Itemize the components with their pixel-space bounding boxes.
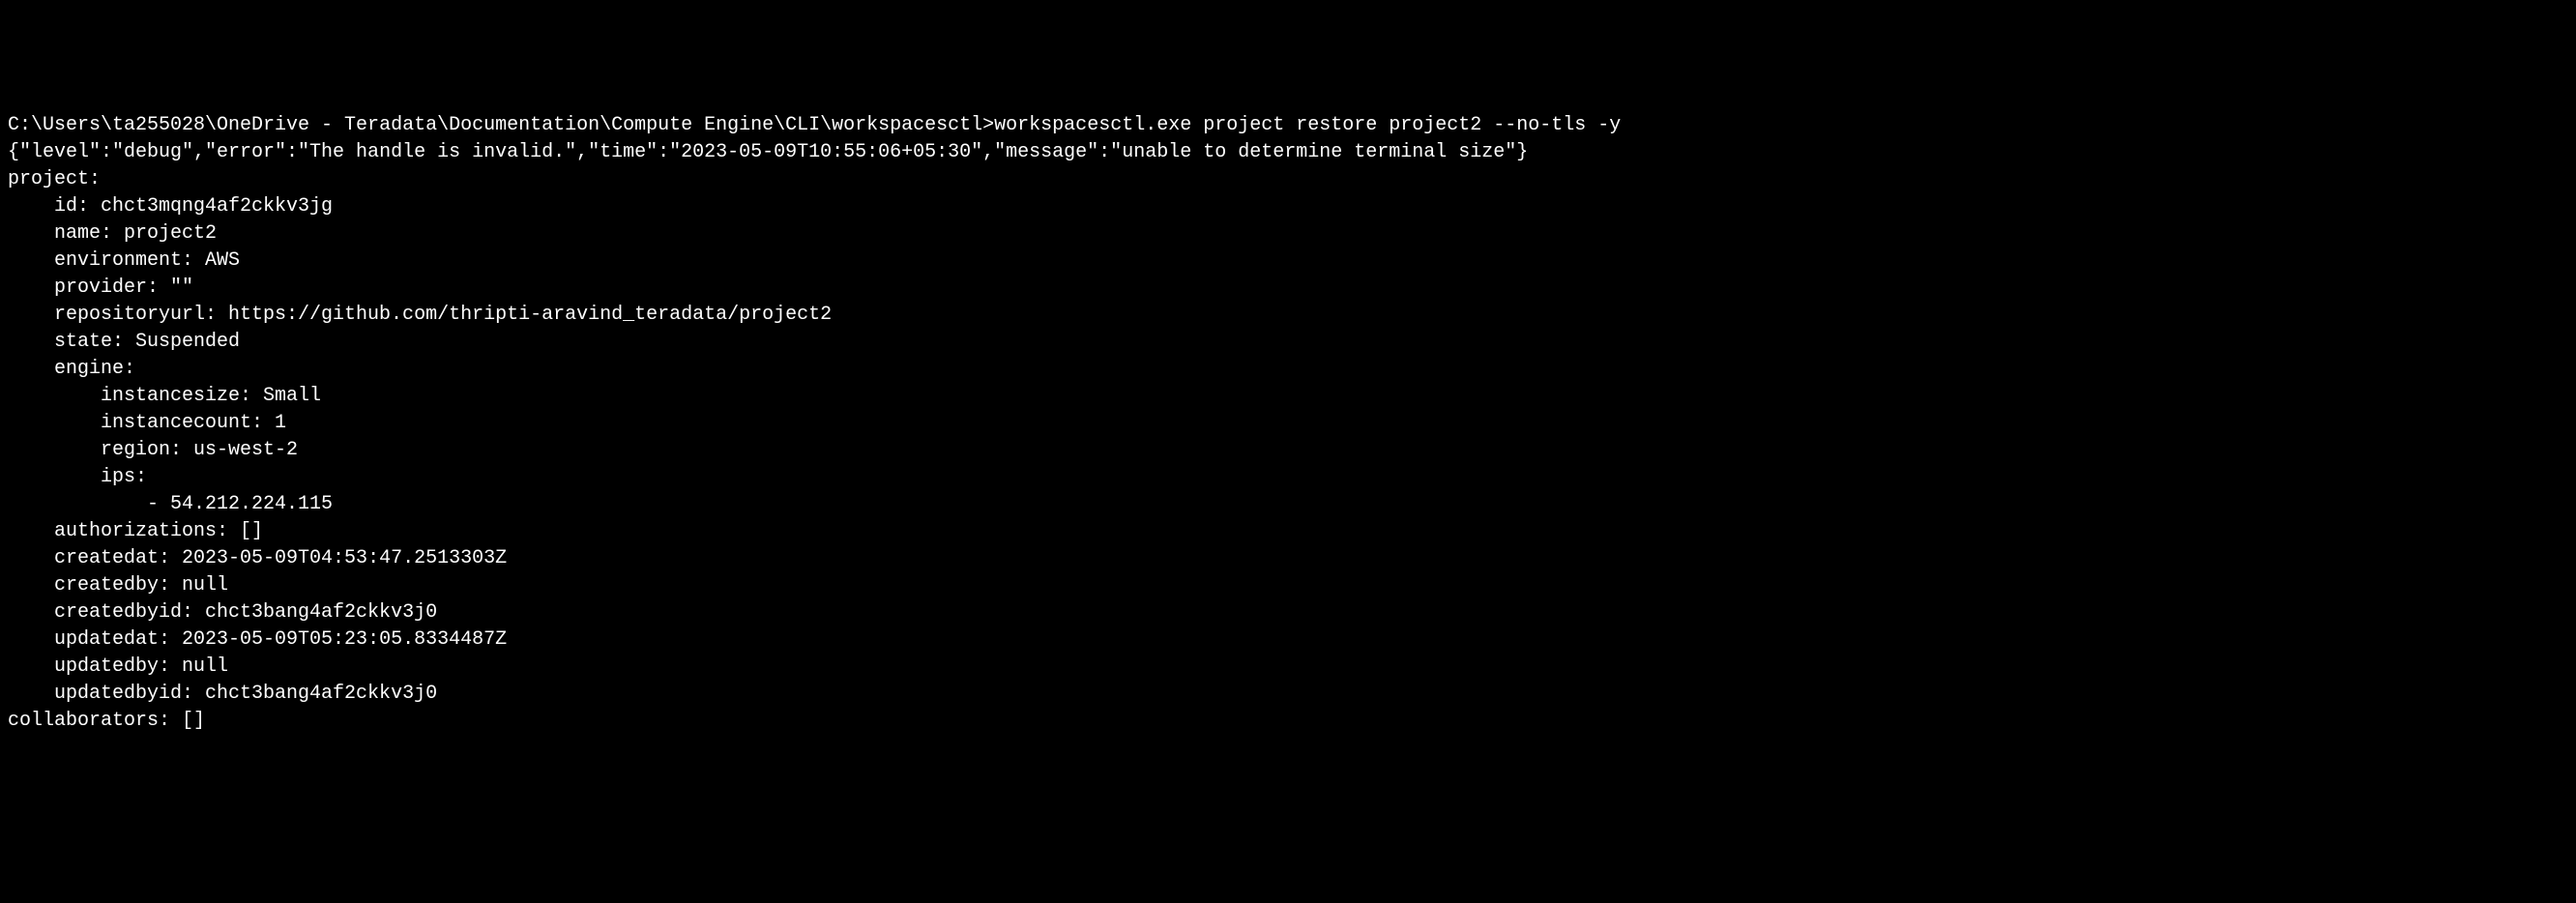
createdat-value: 2023-05-09T04:53:47.2513303Z <box>182 547 507 569</box>
command-text: workspacesctl.exe project restore projec… <box>994 114 1621 136</box>
authorizations-value: [] <box>240 520 263 542</box>
state-label: state: <box>54 331 135 353</box>
provider-label: provider: <box>54 277 170 299</box>
engine-instancecount-line: instancecount: 1 <box>8 410 2568 437</box>
updatedat-value: 2023-05-09T05:23:05.8334487Z <box>182 628 507 651</box>
debug-output-line: {"level":"debug","error":"The handle is … <box>8 139 2568 166</box>
provider-value: "" <box>170 277 193 299</box>
project-name-line: name: project2 <box>8 220 2568 248</box>
createdby-label: createdby: <box>54 574 182 597</box>
region-value: us-west-2 <box>193 439 298 461</box>
authorizations-line: authorizations: [] <box>8 518 2568 545</box>
prompt-text: C:\Users\ta255028\OneDrive - Teradata\Do… <box>8 114 994 136</box>
createdby-line: createdby: null <box>8 572 2568 599</box>
project-state-line: state: Suspended <box>8 329 2568 356</box>
id-label: id: <box>54 195 101 218</box>
id-value: chct3mqng4af2ckkv3jg <box>101 195 333 218</box>
updatedby-line: updatedby: null <box>8 654 2568 681</box>
updatedby-label: updatedby: <box>54 655 182 678</box>
instancesize-label: instancesize: <box>101 385 263 407</box>
engine-header: engine: <box>8 356 2568 383</box>
updatedbyid-line: updatedbyid: chct3bang4af2ckkv3j0 <box>8 681 2568 708</box>
createdbyid-line: createdbyid: chct3bang4af2ckkv3j0 <box>8 599 2568 626</box>
project-repositoryurl-line: repositoryurl: https://github.com/thript… <box>8 302 2568 329</box>
instancesize-value: Small <box>263 385 321 407</box>
engine-region-line: region: us-west-2 <box>8 437 2568 464</box>
createdby-value: null <box>182 574 228 597</box>
project-id-line: id: chct3mqng4af2ckkv3jg <box>8 193 2568 220</box>
instancecount-value: 1 <box>275 412 286 434</box>
repositoryurl-label: repositoryurl: <box>54 304 228 326</box>
createdbyid-label: createdbyid: <box>54 601 205 624</box>
engine-ips-header: ips: <box>8 464 2568 491</box>
createdbyid-value: chct3bang4af2ckkv3j0 <box>205 601 437 624</box>
engine-ip-item: - 54.212.224.115 <box>8 491 2568 518</box>
createdat-label: createdat: <box>54 547 182 569</box>
repositoryurl-value: https://github.com/thripti-aravind_terad… <box>228 304 832 326</box>
collaborators-line: collaborators: [] <box>8 708 2568 735</box>
name-label: name: <box>54 222 124 245</box>
name-value: project2 <box>124 222 217 245</box>
authorizations-label: authorizations: <box>54 520 240 542</box>
environment-label: environment: <box>54 249 205 272</box>
terminal-output[interactable]: C:\Users\ta255028\OneDrive - Teradata\Do… <box>8 112 2568 735</box>
region-label: region: <box>101 439 193 461</box>
engine-instancesize-line: instancesize: Small <box>8 383 2568 410</box>
project-provider-line: provider: "" <box>8 275 2568 302</box>
updatedat-line: updatedat: 2023-05-09T05:23:05.8334487Z <box>8 626 2568 654</box>
updatedat-label: updatedat: <box>54 628 182 651</box>
project-header: project: <box>8 166 2568 193</box>
state-value: Suspended <box>135 331 240 353</box>
collaborators-value: [] <box>182 710 205 732</box>
command-line: C:\Users\ta255028\OneDrive - Teradata\Do… <box>8 112 2568 139</box>
environment-value: AWS <box>205 249 240 272</box>
collaborators-label: collaborators: <box>8 710 182 732</box>
project-environment-line: environment: AWS <box>8 248 2568 275</box>
createdat-line: createdat: 2023-05-09T04:53:47.2513303Z <box>8 545 2568 572</box>
updatedby-value: null <box>182 655 228 678</box>
instancecount-label: instancecount: <box>101 412 275 434</box>
updatedbyid-label: updatedbyid: <box>54 683 205 705</box>
updatedbyid-value: chct3bang4af2ckkv3j0 <box>205 683 437 705</box>
